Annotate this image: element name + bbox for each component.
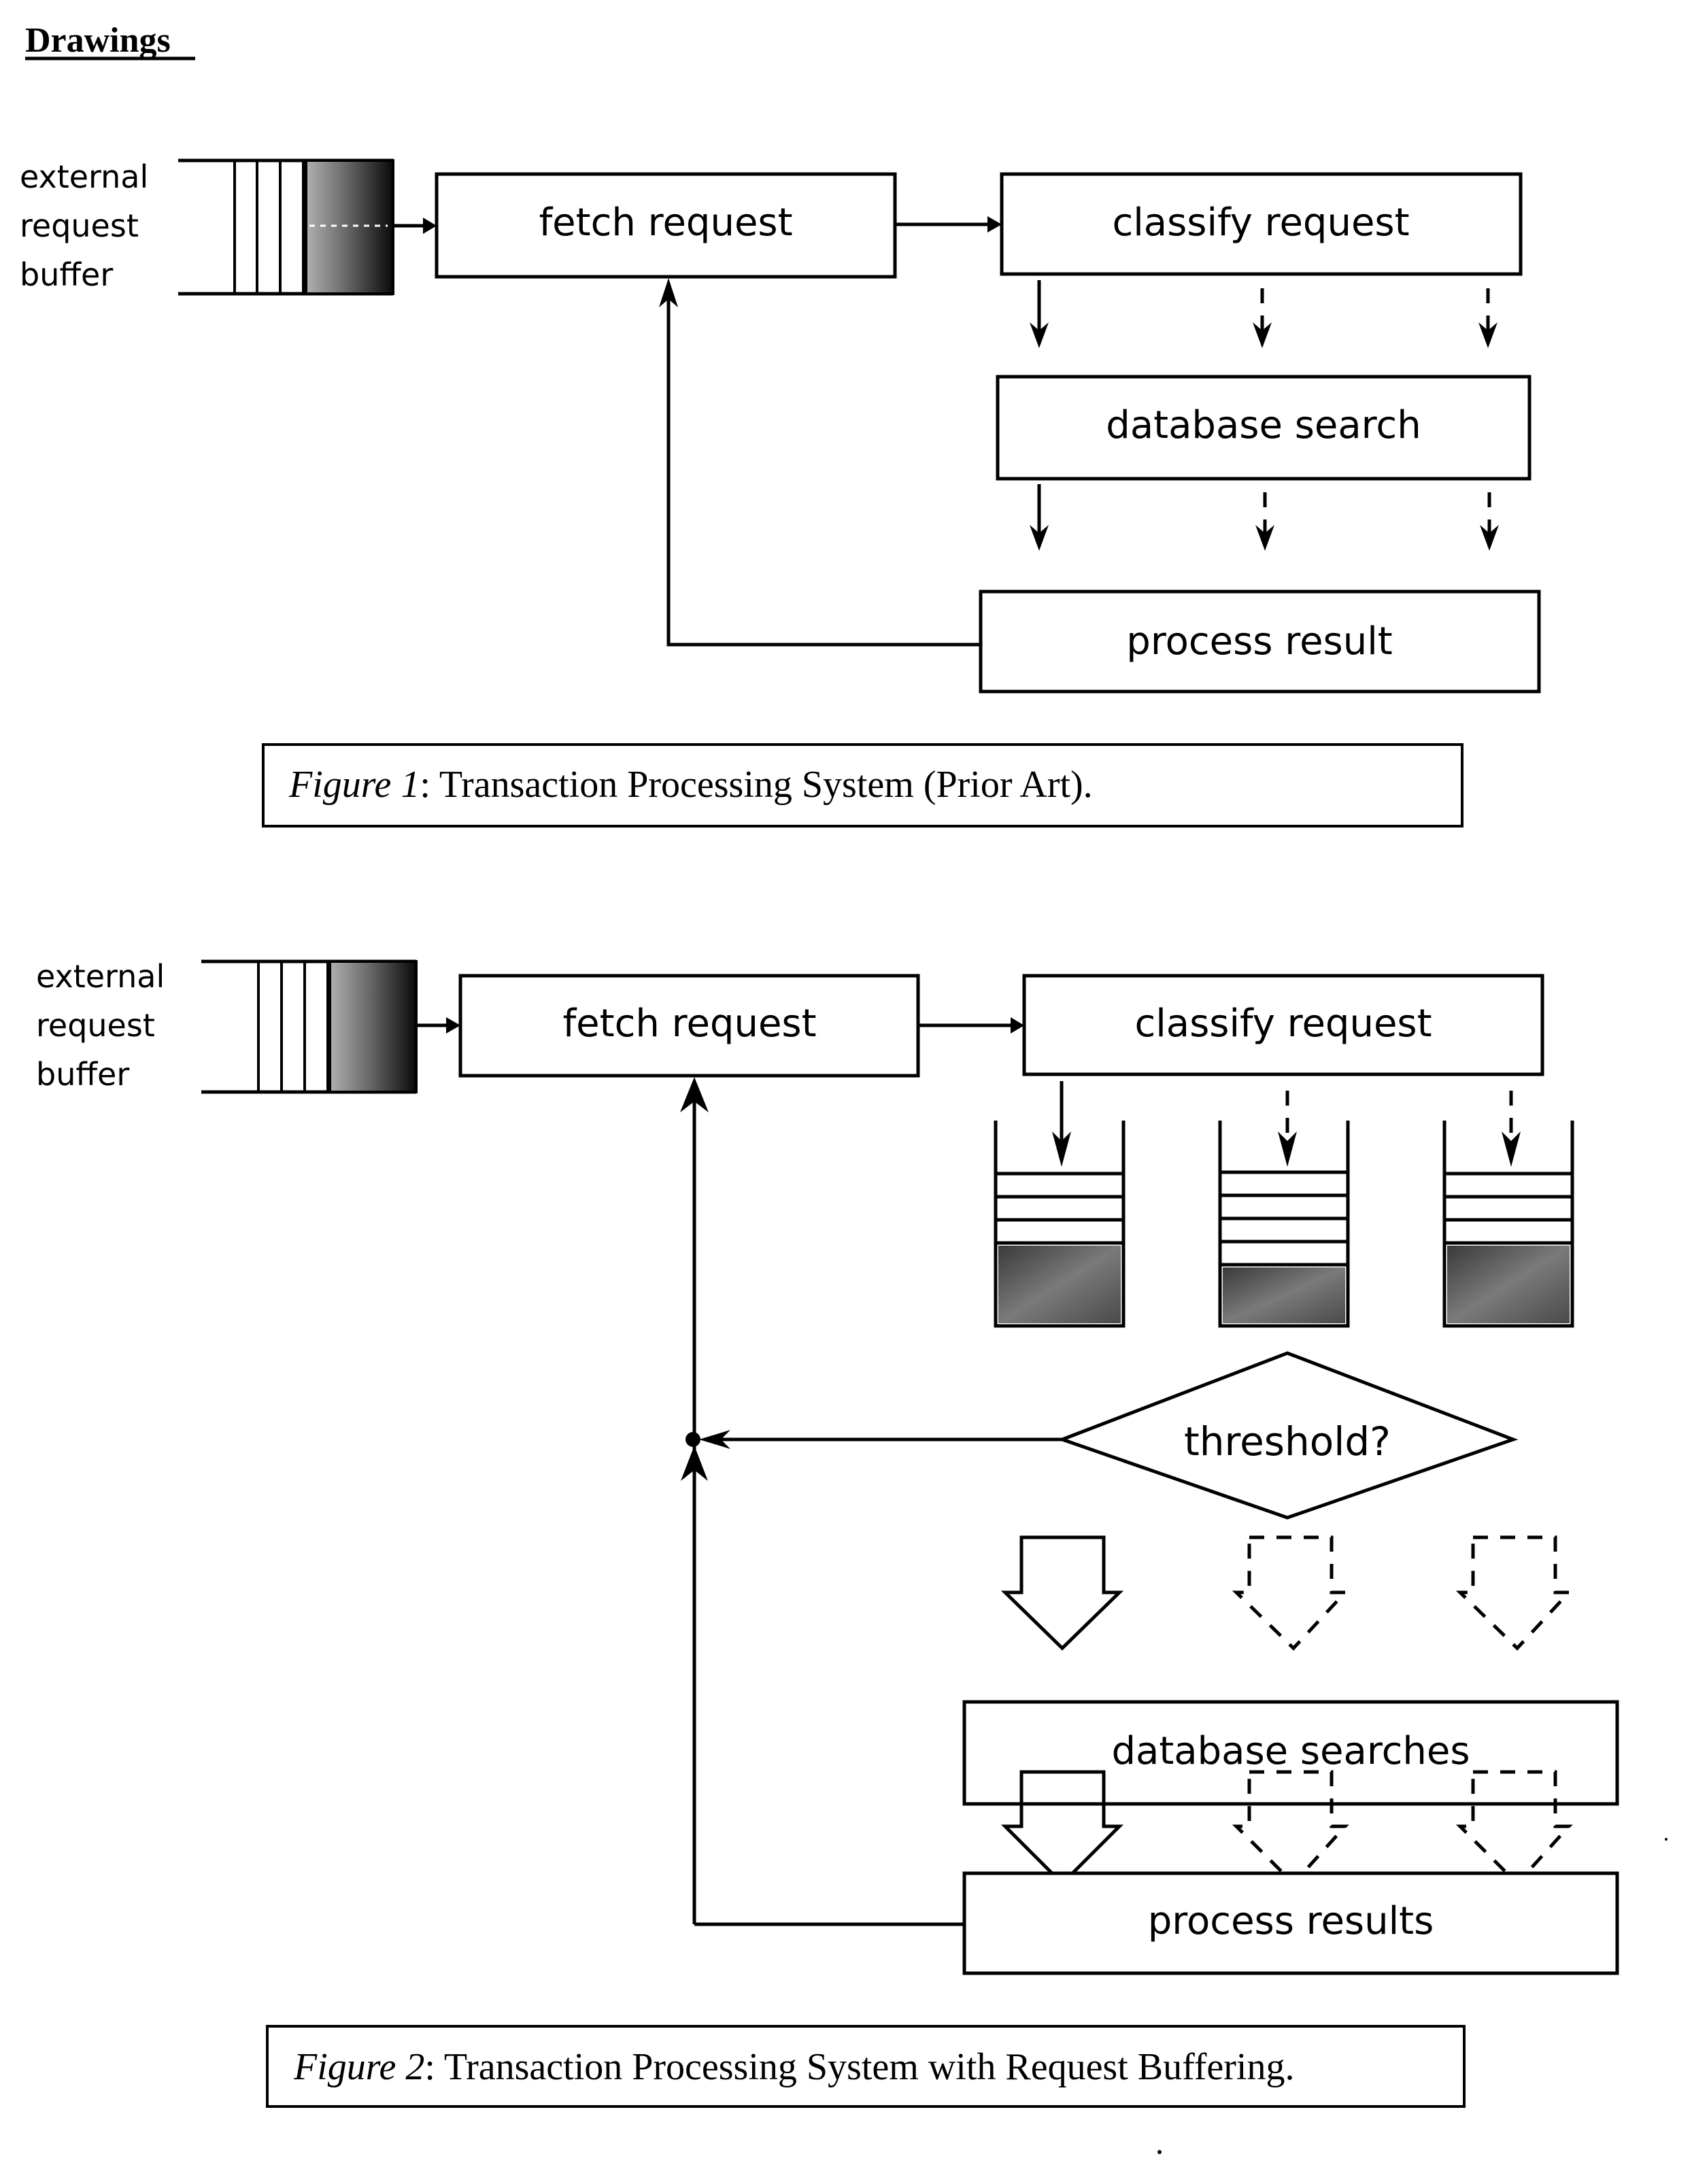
figure-1-caption: Figure 1: Transaction Processing System … xyxy=(288,764,1093,806)
fetch-request-label: fetch request xyxy=(562,1002,816,1046)
block-arrow-down-dashed-icon xyxy=(1455,1535,1573,1651)
buffer-label-line3: buffer xyxy=(36,1056,129,1093)
database-searches-label: database searches xyxy=(1111,1729,1470,1773)
buffer-label-line1: external xyxy=(36,958,165,995)
arrowhead-icon xyxy=(423,218,437,234)
classify-to-search-arrows xyxy=(1030,280,1498,348)
scan-speck xyxy=(1157,2150,1162,2154)
figure-2: external request buffer fetch request cl… xyxy=(36,958,1619,2108)
classify-request-label: classify request xyxy=(1112,201,1409,245)
fetch-request-label: fetch request xyxy=(539,201,792,245)
buffer-label-line1: external xyxy=(20,158,148,195)
database-search-label: database search xyxy=(1106,403,1421,447)
scan-speck xyxy=(1665,1838,1668,1841)
patent-drawing-sheet: Drawings external request buffer fetch r… xyxy=(20,21,1668,2154)
search-to-process-arrows xyxy=(1030,484,1499,551)
figure-2-caption-label: Figure 2 xyxy=(293,2046,424,2088)
arrowhead-icon xyxy=(987,216,1002,233)
buffer-label-line3: buffer xyxy=(20,256,113,293)
queued-requests-shaded xyxy=(1447,1246,1570,1323)
buffered-request-shaded xyxy=(328,960,418,1093)
queued-requests-shaded xyxy=(998,1246,1121,1323)
arrowhead-icon xyxy=(1011,1017,1024,1034)
block-arrow-down-icon xyxy=(1000,1535,1124,1651)
block-arrow-down-dashed-icon xyxy=(1232,1535,1349,1651)
threshold-label: threshold? xyxy=(1184,1418,1391,1465)
arrow-down-dashed-icon xyxy=(1502,1131,1521,1167)
figure-1: external request buffer fetch request cl… xyxy=(20,158,1541,827)
external-request-buffer xyxy=(178,158,394,296)
buffered-request-shaded xyxy=(305,159,394,295)
queue-to-search-block-arrows xyxy=(1000,1535,1573,1651)
figure-2-caption: Figure 2: Transaction Processing System … xyxy=(293,2046,1294,2088)
process-results-label: process results xyxy=(1148,1899,1434,1943)
arrow-down-dashed-icon xyxy=(1278,1131,1297,1167)
junction-dot xyxy=(686,1432,700,1447)
figure-2-caption-text: : Transaction Processing System with Req… xyxy=(424,2046,1294,2088)
feedback-line xyxy=(666,289,981,647)
figure-1-caption-text: : Transaction Processing System (Prior A… xyxy=(420,764,1092,806)
buffer-label-line2: request xyxy=(20,207,139,244)
arrowhead-icon xyxy=(446,1017,460,1034)
queued-requests-shaded xyxy=(1223,1267,1345,1323)
figure-1-caption-label: Figure 1 xyxy=(288,764,420,806)
buffer-label-line2: request xyxy=(36,1007,155,1044)
classify-request-label: classify request xyxy=(1134,1002,1432,1046)
external-request-buffer xyxy=(201,959,418,1094)
process-result-label: process result xyxy=(1126,619,1392,664)
drawings-heading: Drawings xyxy=(25,21,171,60)
